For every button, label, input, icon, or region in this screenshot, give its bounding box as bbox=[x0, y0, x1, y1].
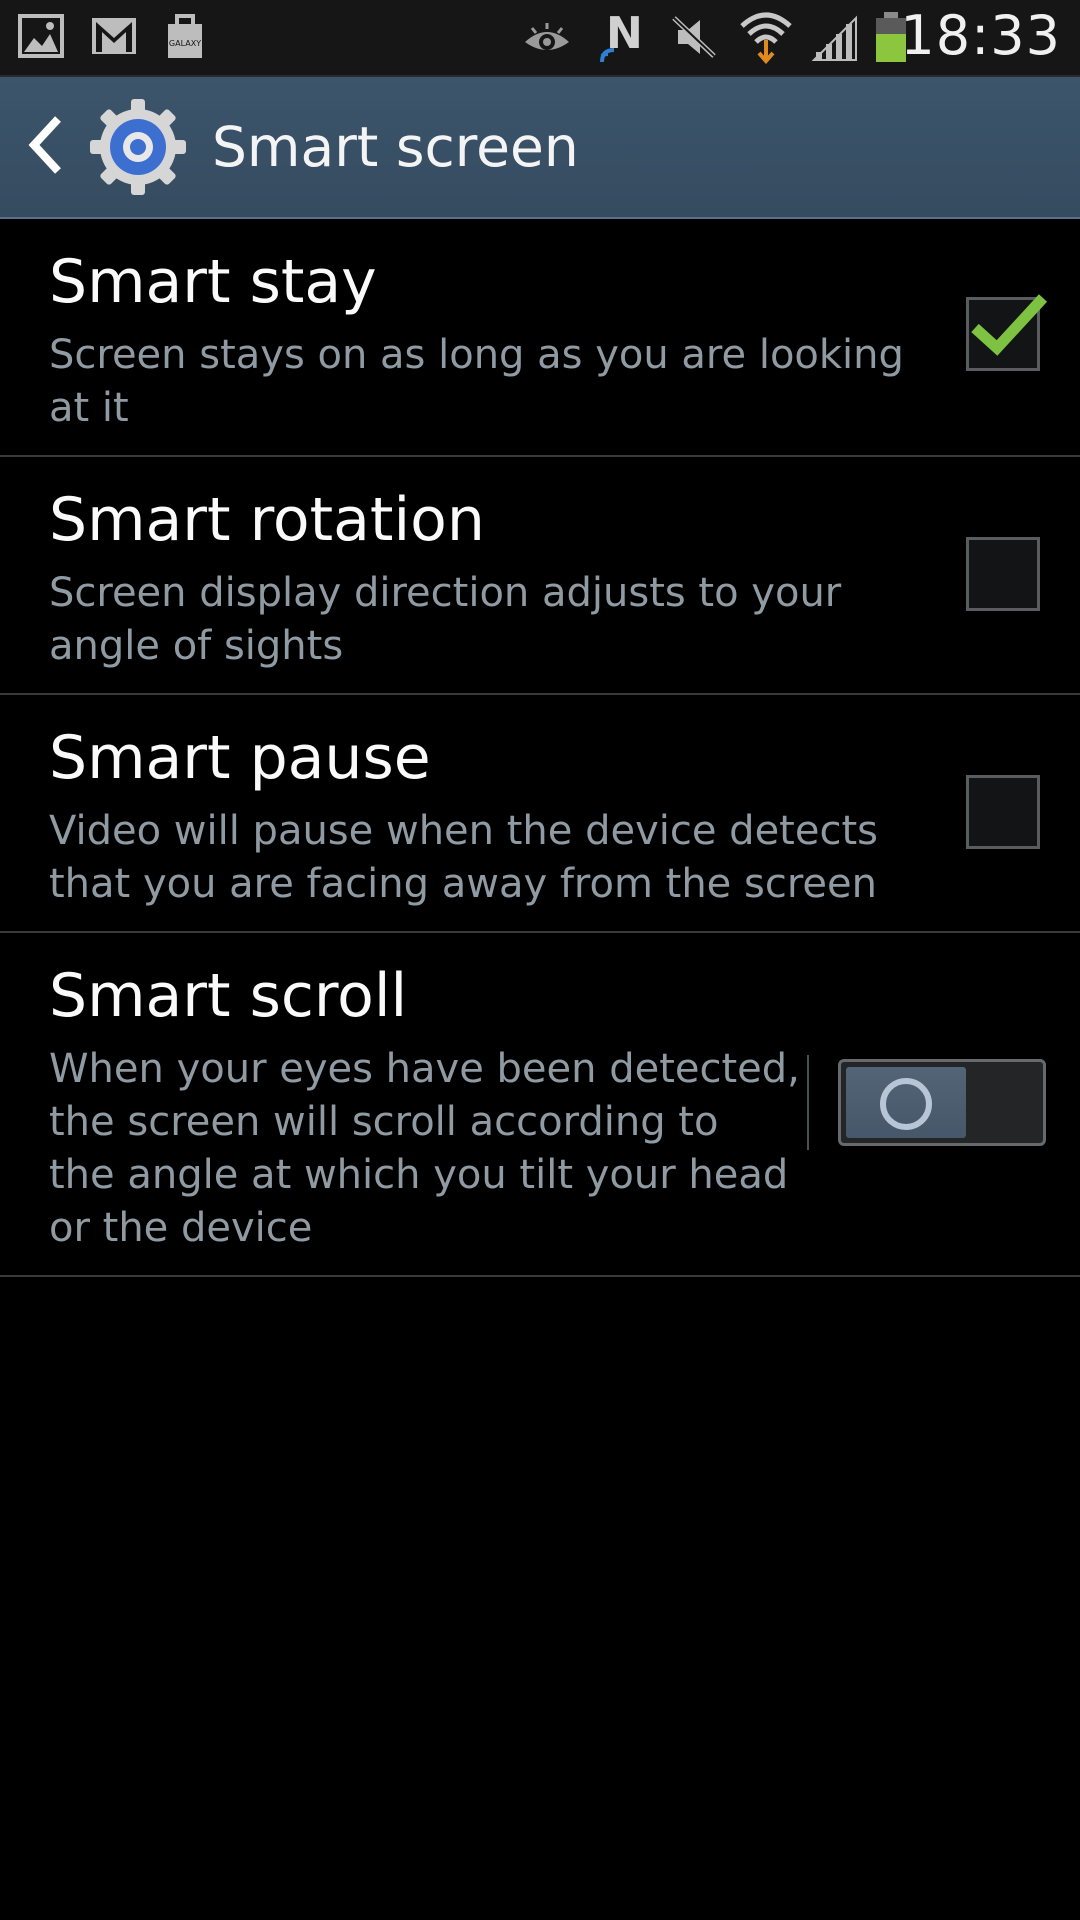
setting-title: Smart scroll bbox=[49, 961, 408, 1031]
setting-summary: Screen display direction adjusts to your… bbox=[49, 570, 842, 669]
setting-smart-rotation[interactable]: Smart rotation Screen display direction … bbox=[0, 457, 1080, 695]
svg-text:GALAXY: GALAXY bbox=[169, 39, 201, 48]
smart-pause-checkbox[interactable] bbox=[966, 775, 1040, 849]
action-bar: Smart screen bbox=[0, 77, 1080, 219]
smart-rotation-checkbox[interactable] bbox=[966, 537, 1040, 611]
setting-smart-pause[interactable]: Smart pause Video will pause when the de… bbox=[0, 695, 1080, 933]
checkmark-icon bbox=[971, 294, 1048, 356]
gear-icon bbox=[90, 99, 186, 195]
setting-smart-stay[interactable]: Smart stay Screen stays on as long as yo… bbox=[0, 219, 1080, 457]
back-icon[interactable] bbox=[26, 115, 66, 175]
gmail-icon bbox=[92, 18, 136, 54]
setting-summary: When your eyes have been detected, the s… bbox=[49, 1046, 800, 1251]
nfc-icon: N bbox=[600, 10, 643, 63]
setting-title: Smart rotation bbox=[49, 485, 485, 555]
setting-summary: Video will pause when the device detects… bbox=[49, 808, 878, 907]
setting-summary: Screen stays on as long as you are looki… bbox=[49, 332, 904, 431]
page-title: Smart screen bbox=[212, 115, 579, 179]
setting-title: Smart stay bbox=[49, 247, 377, 317]
signal-icon bbox=[811, 15, 857, 61]
smart-stay-checkbox[interactable] bbox=[966, 294, 1048, 371]
smart-scroll-switch[interactable] bbox=[838, 1059, 1046, 1146]
status-bar: GALAXY N 18:33 bbox=[0, 0, 1080, 77]
setting-title: Smart pause bbox=[49, 723, 431, 793]
wifi-icon bbox=[740, 12, 792, 64]
switch-ring-icon bbox=[880, 1078, 932, 1130]
switch-thumb[interactable] bbox=[846, 1067, 966, 1138]
gallery-icon bbox=[18, 14, 64, 58]
clock: 18:33 bbox=[900, 4, 1061, 67]
switch-divider bbox=[807, 1055, 809, 1150]
smart-stay-eye-icon bbox=[525, 23, 569, 50]
galaxy-store-icon: GALAXY bbox=[168, 14, 202, 58]
mute-icon bbox=[672, 16, 716, 58]
